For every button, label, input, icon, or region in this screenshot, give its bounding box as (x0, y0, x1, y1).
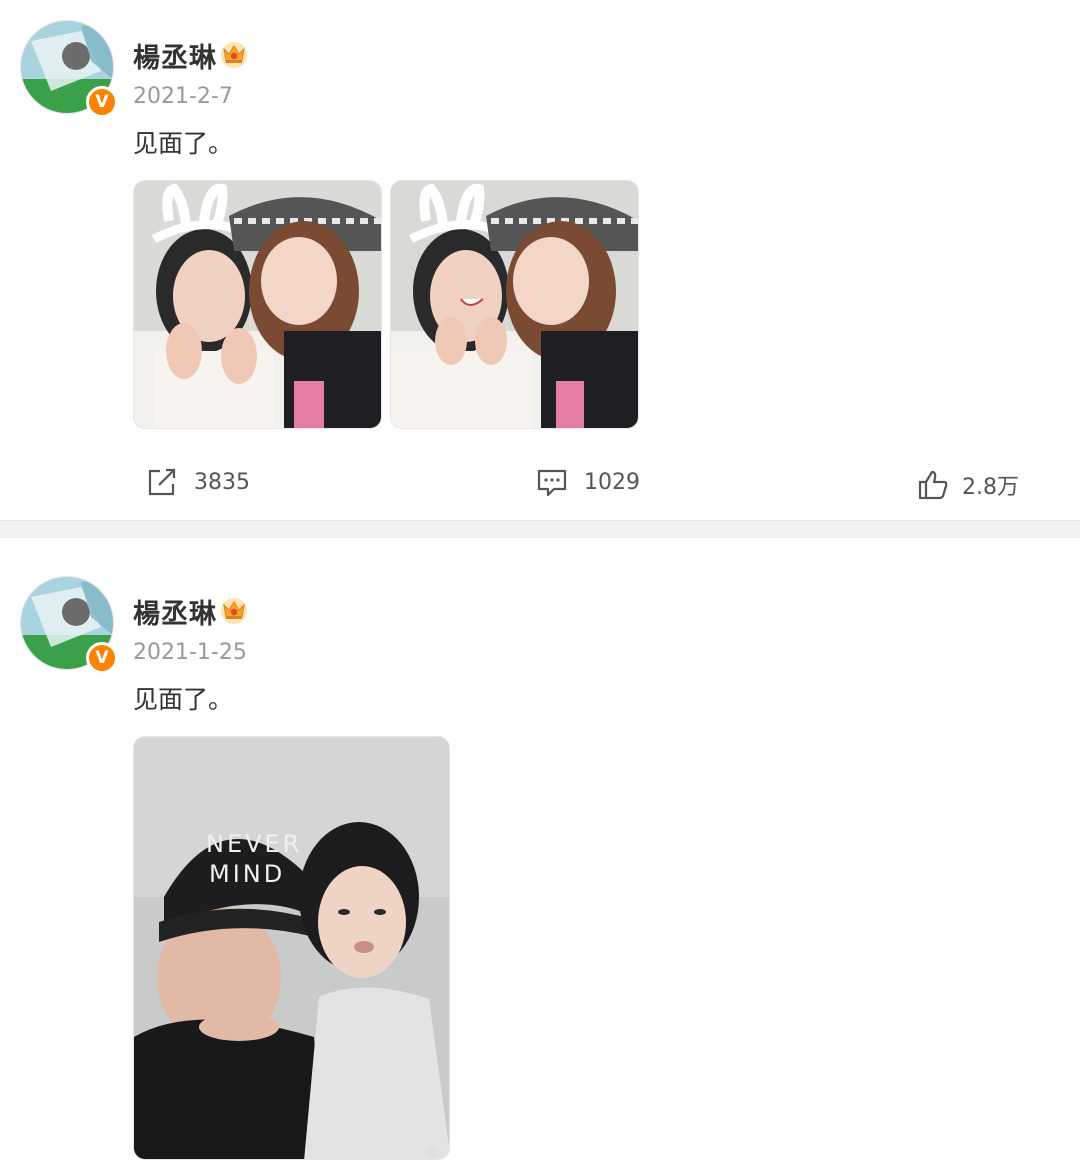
user-name[interactable]: 楊丞琳 (133, 592, 217, 631)
post-text: 见面了。 (133, 129, 234, 158)
post-photo[interactable]: NEVER MIND (133, 736, 450, 1160)
post-photo-1[interactable] (133, 180, 382, 429)
weibo-post: V 楊丞琳 2021-2-7 见面了。 3835 1029 2.8万 (0, 0, 1080, 520)
comment-count: 1029 (584, 469, 640, 495)
repost-icon (148, 468, 176, 496)
verified-badge-icon: V (86, 642, 118, 674)
like-count: 2.8万 (962, 475, 1019, 500)
crown-icon (221, 598, 247, 624)
post-text: 见面了。 (133, 685, 234, 714)
post-date[interactable]: 2021-1-25 (133, 640, 247, 665)
post-divider (0, 520, 1080, 538)
user-name[interactable]: 楊丞琳 (133, 36, 217, 75)
avatar[interactable]: V (20, 20, 118, 118)
repost-count: 3835 (194, 469, 250, 495)
crown-icon (221, 42, 247, 68)
comment-icon (537, 469, 567, 497)
cap-text-never: NEVER (206, 830, 302, 858)
post-photo-2[interactable] (390, 180, 639, 429)
weibo-post: V 楊丞琳 2021-1-25 见面了。 NEVER MIND (0, 538, 1080, 1176)
thumbs-up-icon (918, 470, 948, 500)
like-button[interactable]: 2.8万 (918, 469, 1019, 501)
comment-button[interactable]: 1029 (536, 466, 640, 498)
verified-badge-icon: V (86, 86, 118, 118)
avatar[interactable]: V (20, 576, 118, 674)
repost-button[interactable]: 3835 (146, 466, 250, 498)
cap-text-mind: MIND (209, 860, 285, 888)
post-date[interactable]: 2021-2-7 (133, 84, 233, 109)
